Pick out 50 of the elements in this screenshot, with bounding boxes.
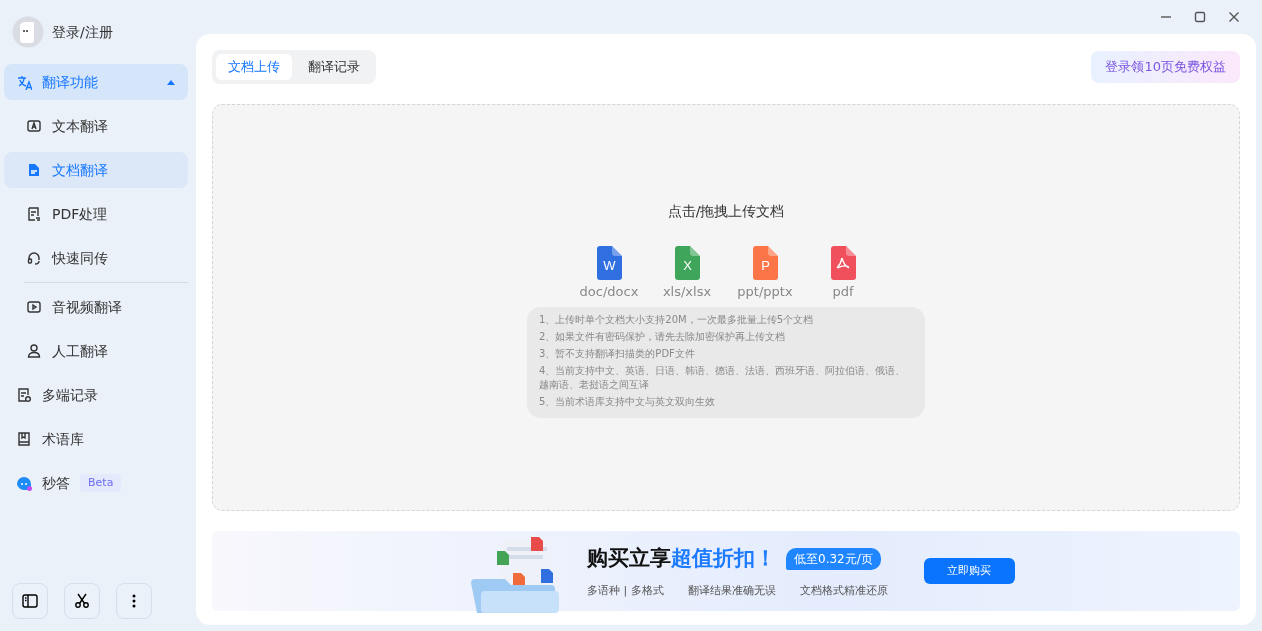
tab[interactable]: 文档上传 [216, 54, 292, 80]
feature-text: 多语种 | 多格式 [587, 582, 664, 599]
scissors-icon [73, 592, 91, 610]
note-text: 5、当前术语库支持中文与英文双向生效 [539, 395, 717, 409]
upload-title: 点击/拖拽上传文档 [667, 201, 785, 221]
beta-badge: Beta [80, 473, 122, 493]
text-icon [26, 118, 42, 134]
headset-icon [26, 250, 42, 266]
file-letter: W [602, 257, 616, 273]
nav-subitem[interactable]: 音视频翻译 [4, 289, 188, 325]
format-label: ppt/pptx [737, 282, 793, 301]
format-label: doc/docx [579, 282, 639, 301]
feature-text: 文档格式精准还原 [799, 582, 888, 599]
nav-subitem[interactable]: 人工翻译 [4, 333, 188, 369]
sidebar-toggle-button[interactable] [12, 583, 48, 619]
price-tag: 低至0.32元/页 [786, 547, 881, 570]
nav-subitem[interactable]: 快速同传 [4, 240, 188, 276]
buy-button[interactable]: 立即购买 [923, 558, 1015, 584]
chat-bot-icon [16, 475, 32, 491]
feature-text: 翻译结果准确无误 [687, 582, 776, 599]
video-icon [26, 299, 42, 315]
note-text: 4、当前支持中文、英语、日语、韩语、德语、法语、西班牙语、阿拉伯语、俄语、越南语、老挝语之间互译 [539, 364, 907, 392]
login-link[interactable]: 登录/注册 [52, 21, 113, 43]
note-text: 3、暂不支持翻译扫描类的PDF文件 [539, 347, 696, 361]
nav-subitem[interactable]: 文本翻译 [4, 108, 188, 144]
sidebar-icon [21, 592, 39, 610]
book-icon [16, 431, 32, 447]
format-label: xls/xlsx [662, 282, 712, 301]
note-text: 2、如果文件有密码保护，请先去除加密保护再上传文档 [539, 330, 787, 344]
file-letter: X [682, 257, 692, 273]
nav-subitem[interactable]: PDF处理 [4, 196, 188, 232]
nav-item[interactable]: 多端记录 [4, 377, 188, 413]
close-icon[interactable] [1228, 11, 1240, 23]
translate-icon [16, 74, 32, 90]
format-label: pdf [832, 282, 854, 301]
file-letter: P [760, 257, 770, 273]
file-list-icon [26, 206, 42, 222]
caret-up-icon [166, 78, 176, 86]
tab[interactable]: 翻译记录 [296, 54, 372, 80]
promo-button[interactable]: 登录领10页免费权益 [1091, 51, 1240, 83]
more-icon [132, 594, 136, 608]
record-icon [16, 387, 32, 403]
banner-headline: 购买立享超值折扣！ [587, 545, 776, 572]
maximize-icon[interactable] [1194, 11, 1206, 23]
scissors-button[interactable] [64, 583, 100, 619]
nav-item[interactable]: 秒答 Beta [4, 465, 188, 501]
person-icon [26, 343, 42, 359]
document-icon [26, 162, 42, 178]
nav-item[interactable]: 术语库 [4, 421, 188, 457]
avatar-icon [12, 16, 44, 48]
